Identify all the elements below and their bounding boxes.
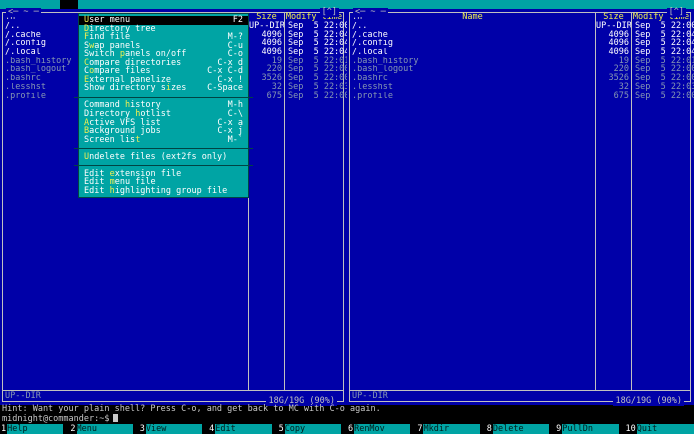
function-key-label: Menu [76,424,133,434]
function-key-number: 6 [346,424,355,434]
right-panel: .n Name Size Modify time /.. UP--DIR Sep… [347,8,694,406]
function-key-label: Quit [636,424,694,434]
function-key-number: 4 [208,424,216,434]
menu-bar [0,0,694,9]
menu-item-shortcut: M-h [227,100,243,111]
menu-item[interactable]: Edit highlighting group file [79,187,248,196]
function-key-button[interactable]: 2 Menu [69,424,138,434]
function-key-number: 10 [624,424,637,434]
panel-empty-area [350,100,690,390]
menu-item[interactable]: Screen list M-` [79,134,248,145]
function-key-label: Delete [492,424,550,434]
menubar-item[interactable] [110,0,128,9]
panel-path[interactable]: <─ ~ ─ [353,8,388,17]
file-name: .bash_history [352,56,419,66]
free-space-label: 18G/19G (90%) [613,396,684,406]
shell-prompt: midnight@commander:~$ [2,414,110,424]
function-key-button[interactable]: 4 Edit [208,424,277,434]
function-key-label: Copy [284,424,341,434]
file-row[interactable]: .profile 675 Sep 5 22:00 [350,91,694,101]
menu-item-label: Command history [84,100,161,111]
panel-path[interactable]: <─ ~ ─ [6,8,41,17]
menu-item-label: Show directory sizes [84,83,187,94]
file-name: /.config [352,39,393,49]
menubar-item[interactable] [60,0,78,9]
text-cursor [113,414,119,422]
function-key-label: PullDn [562,424,619,434]
function-key-label: Help [7,424,64,434]
file-name: .bash_logout [352,65,414,75]
function-key-button[interactable]: 1 Help [0,424,69,434]
menu-item-label: Edit extension file [84,168,182,179]
menu-item[interactable]: Undelete files (ext2fs only) [74,148,253,162]
file-size: 675 [248,91,284,101]
function-key-number: 5 [277,424,285,434]
function-key-button[interactable]: 10 Quit [624,424,694,434]
function-key-button[interactable]: 9 PullDn [555,424,624,434]
function-key-button[interactable]: 5 Copy [277,424,347,434]
file-size: 675 [595,91,631,101]
function-key-number: 8 [485,424,493,434]
command-dropdown-menu: User menu F2 Directory tree Find file M-… [74,13,253,199]
menu-item[interactable]: Edit extension file [74,165,253,179]
menu-item-label: Screen list [84,134,141,145]
menu-item[interactable]: Show directory sizes C-Space [79,84,248,93]
file-mtime: Sep 5 22:00 [284,91,349,101]
function-key-number: 7 [416,424,424,434]
function-key-button[interactable]: 7 Mkdir [416,424,485,434]
function-key-number: 2 [69,424,77,434]
file-name: /.cache [352,30,388,40]
menu-item-label: Edit highlighting group file [84,185,228,196]
function-key-button[interactable]: 6 RenMov [346,424,416,434]
menu-item-shortcut: M-` [227,134,243,145]
panel-resize-icon[interactable]: [^] [319,8,339,17]
file-name: .profile [352,91,393,101]
menu-item-label: Undelete files (ext2fs only) [84,151,228,162]
function-key-label: RenMov [354,424,411,434]
function-key-label: Edit [215,424,272,434]
function-key-number: 9 [555,424,563,434]
function-key-number: 3 [138,424,146,434]
file-name: .bashrc [352,74,388,83]
function-key-label: View [145,424,203,434]
function-key-label: Mkdir [423,424,480,434]
function-key-button[interactable]: 3 View [138,424,208,434]
function-key-bar: 1 Help 2 Menu 3 View 4 Edit 5 Copy 6 Ren… [0,424,694,434]
file-name: .lesshst [352,82,393,92]
menu-item[interactable]: Command history M-h [74,97,253,111]
panel-resize-icon[interactable]: [^] [666,8,686,17]
file-mtime: Sep 5 22:00 [631,91,694,101]
menu-item-shortcut: F2 [232,15,243,25]
function-key-number: 1 [0,424,8,434]
function-key-button[interactable]: 8 Delete [485,424,555,434]
mc-screen: .n Name Size Modify time /.. UP--DIR Sep… [0,0,694,434]
file-name: /.. [352,22,368,31]
command-line[interactable]: midnight@commander:~$ [2,414,119,424]
right-panel-frame: .n Name Size Modify time /.. UP--DIR Sep… [349,8,694,406]
menubar-item[interactable] [85,0,103,9]
file-name: /.local [352,48,388,57]
menu-item-shortcut: C-Space [207,83,243,94]
hint-line: Hint: Want your plain shell? Press C-o, … [2,404,381,414]
file-list: /.. UP--DIR Sep 5 22:00 /.cache 4096 Sep… [350,22,694,101]
